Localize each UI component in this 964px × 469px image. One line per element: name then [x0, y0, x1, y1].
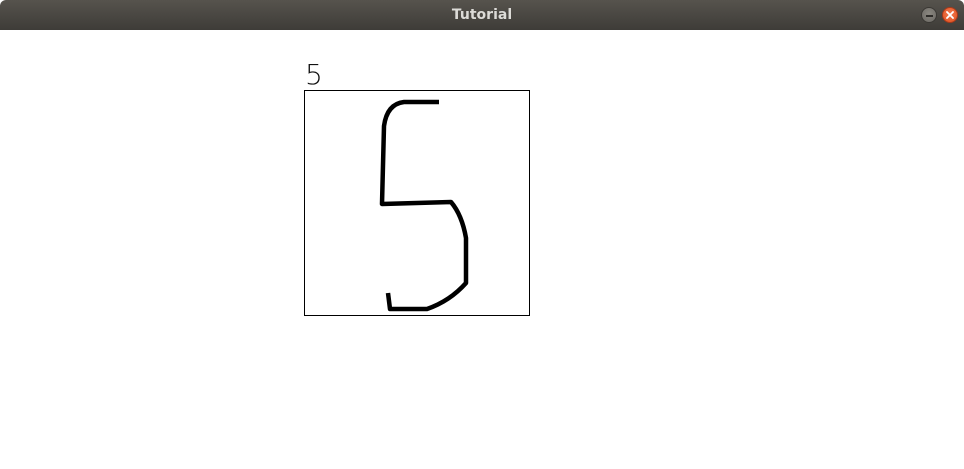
handwritten-digit-stroke: [379, 99, 469, 312]
window-title: Tutorial: [451, 7, 513, 23]
minimize-icon: [926, 15, 933, 17]
close-button[interactable]: [942, 7, 958, 23]
prediction-label: 5: [305, 58, 323, 91]
drawing-canvas[interactable]: [304, 90, 530, 316]
title-bar[interactable]: Tutorial: [0, 0, 964, 30]
content-area: 5: [0, 30, 964, 469]
minimize-button[interactable]: [921, 7, 937, 23]
close-icon: [946, 11, 954, 19]
app-window: Tutorial 5: [0, 0, 964, 469]
